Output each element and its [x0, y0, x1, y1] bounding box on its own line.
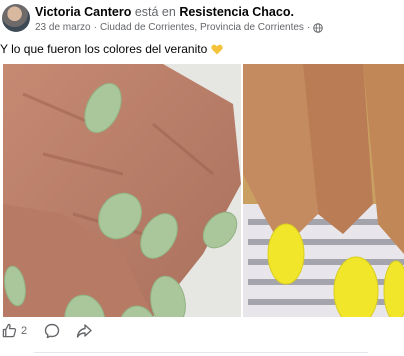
divider	[34, 352, 368, 353]
green-nails-illustration	[3, 64, 241, 317]
post-date[interactable]: 23 de marzo	[35, 22, 91, 34]
thumbs-up-icon	[2, 323, 17, 338]
place-name[interactable]: Resistencia Chaco.	[179, 5, 294, 19]
post-location[interactable]: Ciudad de Corrientes, Provincia de Corri…	[100, 22, 304, 34]
yellow-heart-icon	[211, 44, 223, 54]
post-caption: Y lo que fueron los colores del veranito	[0, 42, 223, 56]
post-meta: 23 de marzo · Ciudad de Corrientes, Prov…	[35, 22, 324, 34]
share-icon	[76, 324, 92, 338]
like-count: 2	[21, 324, 28, 337]
yellow-nails-illustration	[243, 64, 404, 317]
meta-separator: ·	[93, 22, 97, 33]
post-actions: 2	[0, 319, 404, 347]
meta-separator: ·	[306, 22, 311, 33]
share-button[interactable]	[76, 323, 92, 344]
author-verb: está en	[134, 5, 176, 19]
like-button[interactable]: 2	[2, 323, 27, 338]
avatar[interactable]	[2, 4, 30, 32]
photo-yellow-nails[interactable]	[243, 64, 404, 317]
globe-icon[interactable]	[313, 23, 324, 33]
post-header: Victoria Cantero está en Resistencia Cha…	[0, 0, 404, 40]
author-line: Victoria Cantero está en Resistencia Cha…	[35, 5, 294, 20]
photo-green-nails[interactable]	[3, 64, 241, 317]
author-name[interactable]: Victoria Cantero	[35, 5, 131, 19]
comment-button[interactable]	[44, 323, 60, 344]
photo-grid	[0, 64, 404, 317]
comment-icon	[44, 323, 60, 339]
caption-text: Y lo que fueron los colores del veranito	[0, 42, 208, 56]
